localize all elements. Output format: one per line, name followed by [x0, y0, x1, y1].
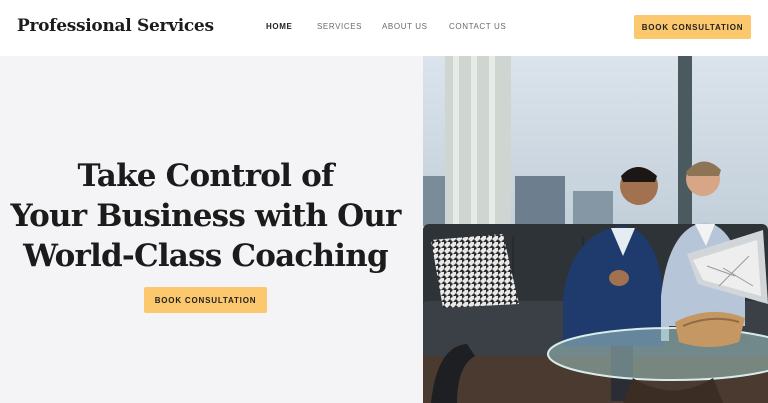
- nav-home-link[interactable]: HOME: [266, 22, 292, 31]
- site-logo[interactable]: Professional Services: [17, 16, 214, 36]
- hero-section: Take Control of Your Business with Our W…: [0, 56, 423, 403]
- hero-title-line-2: Your Business with Our: [10, 198, 401, 234]
- header-book-consultation-button[interactable]: BOOK CONSULTATION: [634, 15, 751, 39]
- hero-book-consultation-button[interactable]: BOOK CONSULTATION: [144, 287, 267, 313]
- hero-title: Take Control of Your Business with Our W…: [0, 156, 411, 276]
- office-meeting-illustration: [423, 56, 768, 403]
- nav-services-link[interactable]: SERVICES: [317, 22, 362, 31]
- site-header: Professional Services HOME SERVICES ABOU…: [0, 0, 768, 56]
- hero-title-line-3: World-Class Coaching: [23, 238, 389, 274]
- nav-contact-link[interactable]: CONTACT US: [449, 22, 506, 31]
- nav-about-link[interactable]: ABOUT US: [382, 22, 428, 31]
- hero-title-line-1: Take Control of: [77, 158, 335, 194]
- hero-photo: [423, 56, 768, 403]
